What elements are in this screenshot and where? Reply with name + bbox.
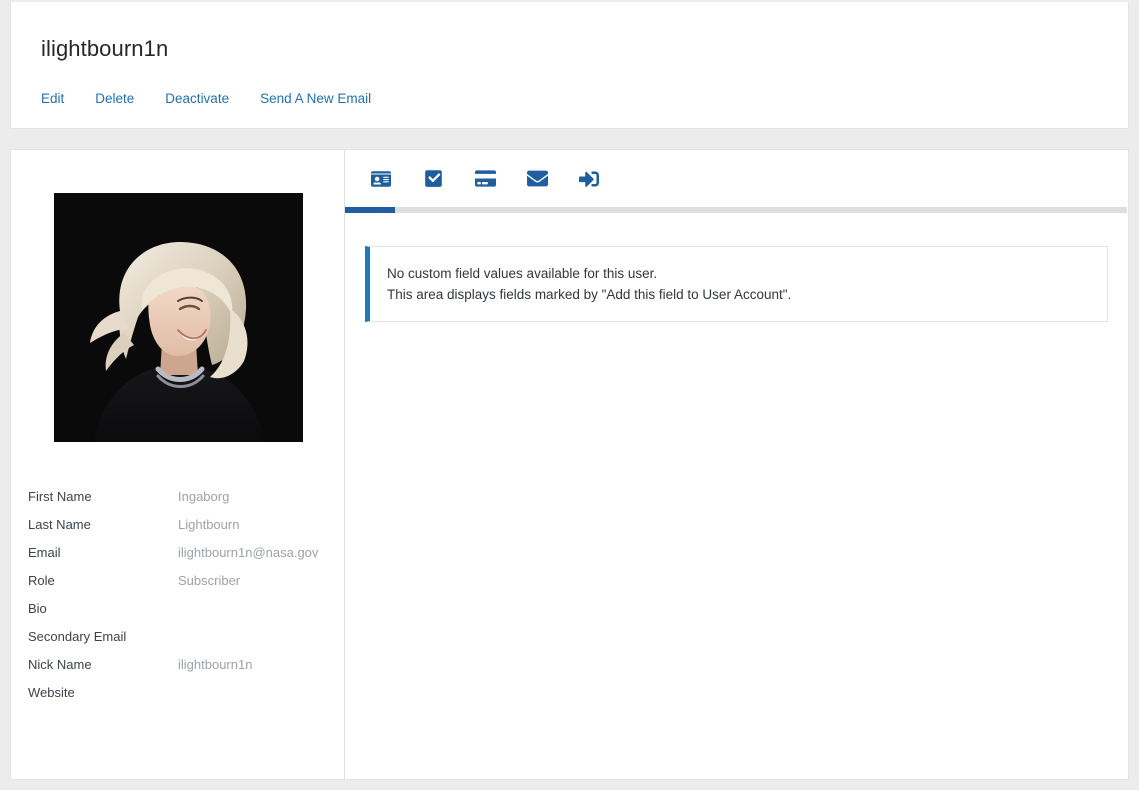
tab-approval[interactable] [407, 150, 459, 207]
user-profile-page: ilightbourn1n Edit Delete Deactivate Sen… [0, 0, 1139, 790]
check-square-icon [424, 169, 443, 188]
deactivate-link[interactable]: Deactivate [165, 90, 229, 108]
page-title: ilightbourn1n [41, 36, 169, 61]
envelope-icon [526, 168, 548, 189]
credit-card-icon [474, 168, 496, 189]
action-links: Edit Delete Deactivate Send A New Email [41, 90, 371, 108]
avatar [54, 193, 303, 442]
field-label-nick-name: Nick Name [28, 657, 92, 672]
no-custom-fields-notice: No custom field values available for thi… [365, 246, 1108, 322]
field-value-last-name: Lightbourn [178, 517, 240, 532]
send-new-email-link[interactable]: Send A New Email [260, 90, 371, 108]
field-row: Role Subscriber [28, 567, 328, 595]
tab-logins[interactable] [563, 150, 615, 207]
tab-billing[interactable] [459, 150, 511, 207]
field-row: Website [28, 679, 328, 707]
field-value-first-name: Ingaborg [178, 489, 230, 504]
notice-line-1: No custom field values available for thi… [387, 266, 658, 281]
field-label-secondary-email: Secondary Email [28, 629, 127, 644]
tab-bar [345, 150, 1128, 213]
sign-in-icon [579, 169, 599, 189]
field-row: Last Name Lightbourn [28, 511, 328, 539]
field-row: Bio [28, 595, 328, 623]
tab-underline-track [345, 207, 1127, 213]
tab-active-indicator [345, 207, 395, 213]
field-row: Secondary Email [28, 623, 328, 651]
field-label-last-name: Last Name [28, 517, 91, 532]
main-card: First Name Ingaborg Last Name Lightbourn… [10, 149, 1129, 780]
field-value-email: ilightbourn1n@nasa.gov [178, 545, 319, 560]
field-value-nick-name: ilightbourn1n [178, 657, 253, 672]
field-row: Email ilightbourn1n@nasa.gov [28, 539, 328, 567]
delete-link[interactable]: Delete [95, 90, 134, 108]
tab-emails[interactable] [511, 150, 563, 207]
field-label-bio: Bio [28, 601, 47, 616]
field-row: First Name Ingaborg [28, 483, 328, 511]
tab-strip [345, 150, 1128, 207]
detail-column: No custom field values available for thi… [345, 150, 1128, 779]
field-label-first-name: First Name [28, 489, 92, 504]
field-value-role: Subscriber [178, 573, 241, 588]
edit-link[interactable]: Edit [41, 90, 64, 108]
profile-field-list: First Name Ingaborg Last Name Lightbourn… [28, 483, 328, 707]
header-card: ilightbourn1n Edit Delete Deactivate Sen… [10, 2, 1129, 129]
profile-column: First Name Ingaborg Last Name Lightbourn… [11, 150, 345, 779]
field-label-role: Role [28, 573, 55, 588]
id-card-icon [371, 169, 391, 189]
field-label-website: Website [28, 685, 75, 700]
notice-line-2: This area displays fields marked by "Add… [387, 287, 792, 302]
field-row: Nick Name ilightbourn1n [28, 651, 328, 679]
field-label-email: Email [28, 545, 61, 560]
tab-profile[interactable] [355, 150, 407, 207]
